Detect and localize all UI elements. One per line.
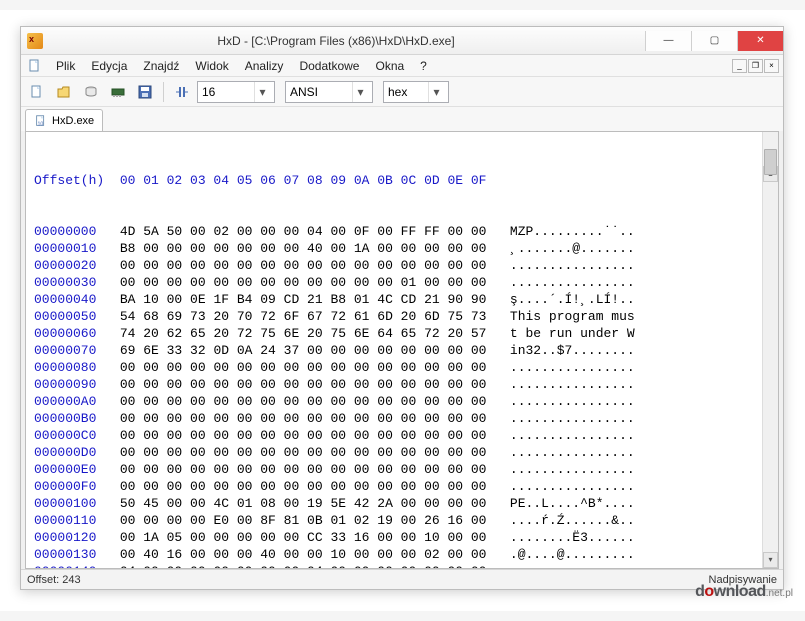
encoding-value: ANSI <box>290 85 318 99</box>
scroll-down-button[interactable]: ▾ <box>763 552 778 568</box>
open-ram-button[interactable] <box>106 80 130 104</box>
menu-okna[interactable]: Okna <box>368 57 411 75</box>
hex-body: 00000000 4D 5A 50 00 02 00 00 00 04 00 0… <box>34 223 774 569</box>
maximize-button[interactable]: ▢ <box>691 31 737 51</box>
hex-editor[interactable]: Offset(h) 00 01 02 03 04 05 06 07 08 09 … <box>25 131 779 569</box>
window-title: HxD - [C:\Program Files (x86)\HxD\HxD.ex… <box>27 34 645 48</box>
close-button[interactable]: ✕ <box>737 31 783 51</box>
app-icon <box>27 33 43 49</box>
bytes-per-row-combo[interactable]: 16 ▾ <box>197 81 275 103</box>
watermark: download.net.pl <box>695 583 793 601</box>
status-offset: Offset: 243 <box>27 574 81 586</box>
tab-label: HxD.exe <box>52 115 94 127</box>
open-folder-button[interactable] <box>52 80 76 104</box>
new-file-button[interactable] <box>25 80 49 104</box>
menu-analizy[interactable]: Analizy <box>238 57 291 75</box>
scroll-thumb[interactable] <box>764 149 777 175</box>
file-tab[interactable]: 10 HxD.exe <box>25 109 103 131</box>
menu-plik[interactable]: Plik <box>49 57 82 75</box>
chevron-down-icon[interactable]: ▾ <box>352 82 368 102</box>
menu-edycja[interactable]: Edycja <box>84 57 134 75</box>
menu-dodatkowe[interactable]: Dodatkowe <box>292 57 366 75</box>
chevron-down-icon[interactable]: ▾ <box>428 82 444 102</box>
menu-widok[interactable]: Widok <box>188 57 235 75</box>
menu-znajdz[interactable]: Znajdź <box>136 57 186 75</box>
encoding-combo[interactable]: ANSI ▾ <box>285 81 373 103</box>
minimize-button[interactable]: — <box>645 31 691 51</box>
bytes-per-row-value: 16 <box>202 85 215 99</box>
window-frame: HxD - [C:\Program Files (x86)\HxD\HxD.ex… <box>20 26 784 590</box>
titlebar: HxD - [C:\Program Files (x86)\HxD\HxD.ex… <box>21 27 783 55</box>
save-button[interactable] <box>133 80 157 104</box>
open-disk-button[interactable] <box>79 80 103 104</box>
mdi-minimize-button[interactable]: _ <box>732 59 747 73</box>
toggle-columns-button[interactable] <box>170 80 194 104</box>
chevron-down-icon[interactable]: ▾ <box>254 82 270 102</box>
tab-bar: 10 HxD.exe <box>21 107 783 131</box>
menu-help[interactable]: ? <box>413 57 434 75</box>
toolbar: 16 ▾ ANSI ▾ hex ▾ <box>21 77 783 107</box>
file-icon: 10 <box>34 114 48 128</box>
mdi-restore-button[interactable]: ❐ <box>748 59 763 73</box>
mdi-close-button[interactable]: × <box>764 59 779 73</box>
radix-combo[interactable]: hex ▾ <box>383 81 449 103</box>
hex-header: Offset(h) 00 01 02 03 04 05 06 07 08 09 … <box>34 172 774 189</box>
file-new-icon[interactable] <box>25 56 45 76</box>
menubar: Plik Edycja Znajdź Widok Analizy Dodatko… <box>21 55 783 77</box>
svg-text:10: 10 <box>38 121 44 127</box>
radix-value: hex <box>388 85 407 99</box>
toolbar-separator <box>163 82 164 102</box>
statusbar: Offset: 243 Nadpisywanie <box>21 569 783 589</box>
vertical-scrollbar[interactable]: ▴ ▾ <box>762 132 778 568</box>
